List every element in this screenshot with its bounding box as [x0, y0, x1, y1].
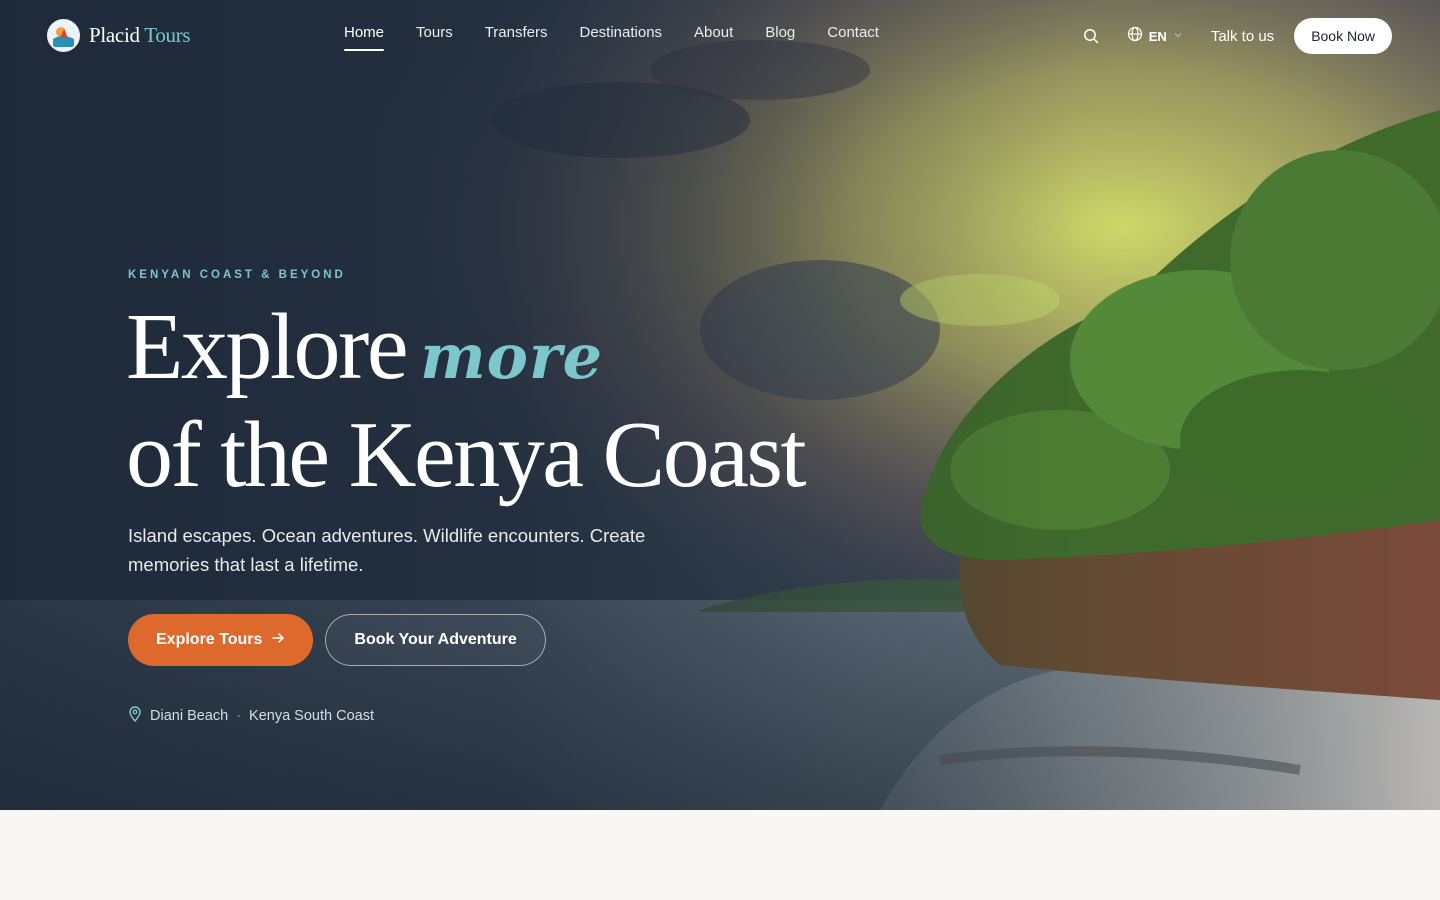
chevron-down-icon: [1173, 27, 1183, 45]
next-section: [0, 810, 1440, 900]
location-separator: ·: [236, 708, 242, 724]
search-icon[interactable]: [1081, 26, 1101, 46]
logo-emblem-icon: [47, 19, 80, 52]
map-pin-icon: [128, 706, 142, 726]
hero-description: Island escapes. Ocean adventures. Wildli…: [128, 525, 646, 575]
book-now-button[interactable]: Book Now: [1294, 18, 1392, 54]
explore-tours-label: Explore Tours: [156, 631, 263, 648]
nav-actions: EN Talk to us Book Now: [1081, 18, 1392, 54]
nav-link-blog[interactable]: Blog: [765, 24, 795, 51]
language-selector[interactable]: EN: [1127, 26, 1183, 47]
arrow-right-icon: [272, 631, 285, 649]
hero-eyebrow: KENYAN COAST & BEYOND: [128, 269, 346, 281]
nav-link-tours[interactable]: Tours: [416, 24, 453, 51]
top-navigation: Placid Tours Home Tours Transfers Destin…: [0, 0, 1440, 72]
book-adventure-button[interactable]: Book Your Adventure: [325, 614, 546, 666]
nav-link-transfers[interactable]: Transfers: [485, 24, 548, 51]
hero-location: Diani Beach · Kenya South Coast: [128, 706, 374, 726]
talk-to-us-link[interactable]: Talk to us: [1211, 28, 1274, 45]
hero-headline: Explore more of the Kenya Coast: [126, 298, 807, 507]
nav-link-home[interactable]: Home: [344, 24, 385, 51]
location-place: Diani Beach: [150, 708, 229, 724]
headline-script-word: more: [420, 320, 604, 393]
nav-link-contact[interactable]: Contact: [827, 24, 879, 51]
brand-logo[interactable]: Placid Tours: [47, 19, 191, 52]
location-region: Kenya South Coast: [249, 708, 374, 724]
headline-line-1: Explore more: [126, 298, 804, 406]
globe-icon: [1127, 26, 1143, 47]
explore-tours-button[interactable]: Explore Tours: [128, 614, 314, 666]
nav-link-destinations[interactable]: Destinations: [580, 24, 663, 51]
main-menu: Home Tours Transfers Destinations About …: [344, 24, 879, 51]
headline-line-2: of the Kenya Coast: [126, 403, 807, 507]
headline-word-explore: Explore: [126, 295, 409, 399]
nav-link-about[interactable]: About: [694, 24, 733, 51]
language-code: EN: [1148, 28, 1167, 44]
hero-cta-group: Explore Tours Book Your Adventure: [128, 614, 546, 666]
brand-name: Placid Tours: [89, 23, 191, 47]
